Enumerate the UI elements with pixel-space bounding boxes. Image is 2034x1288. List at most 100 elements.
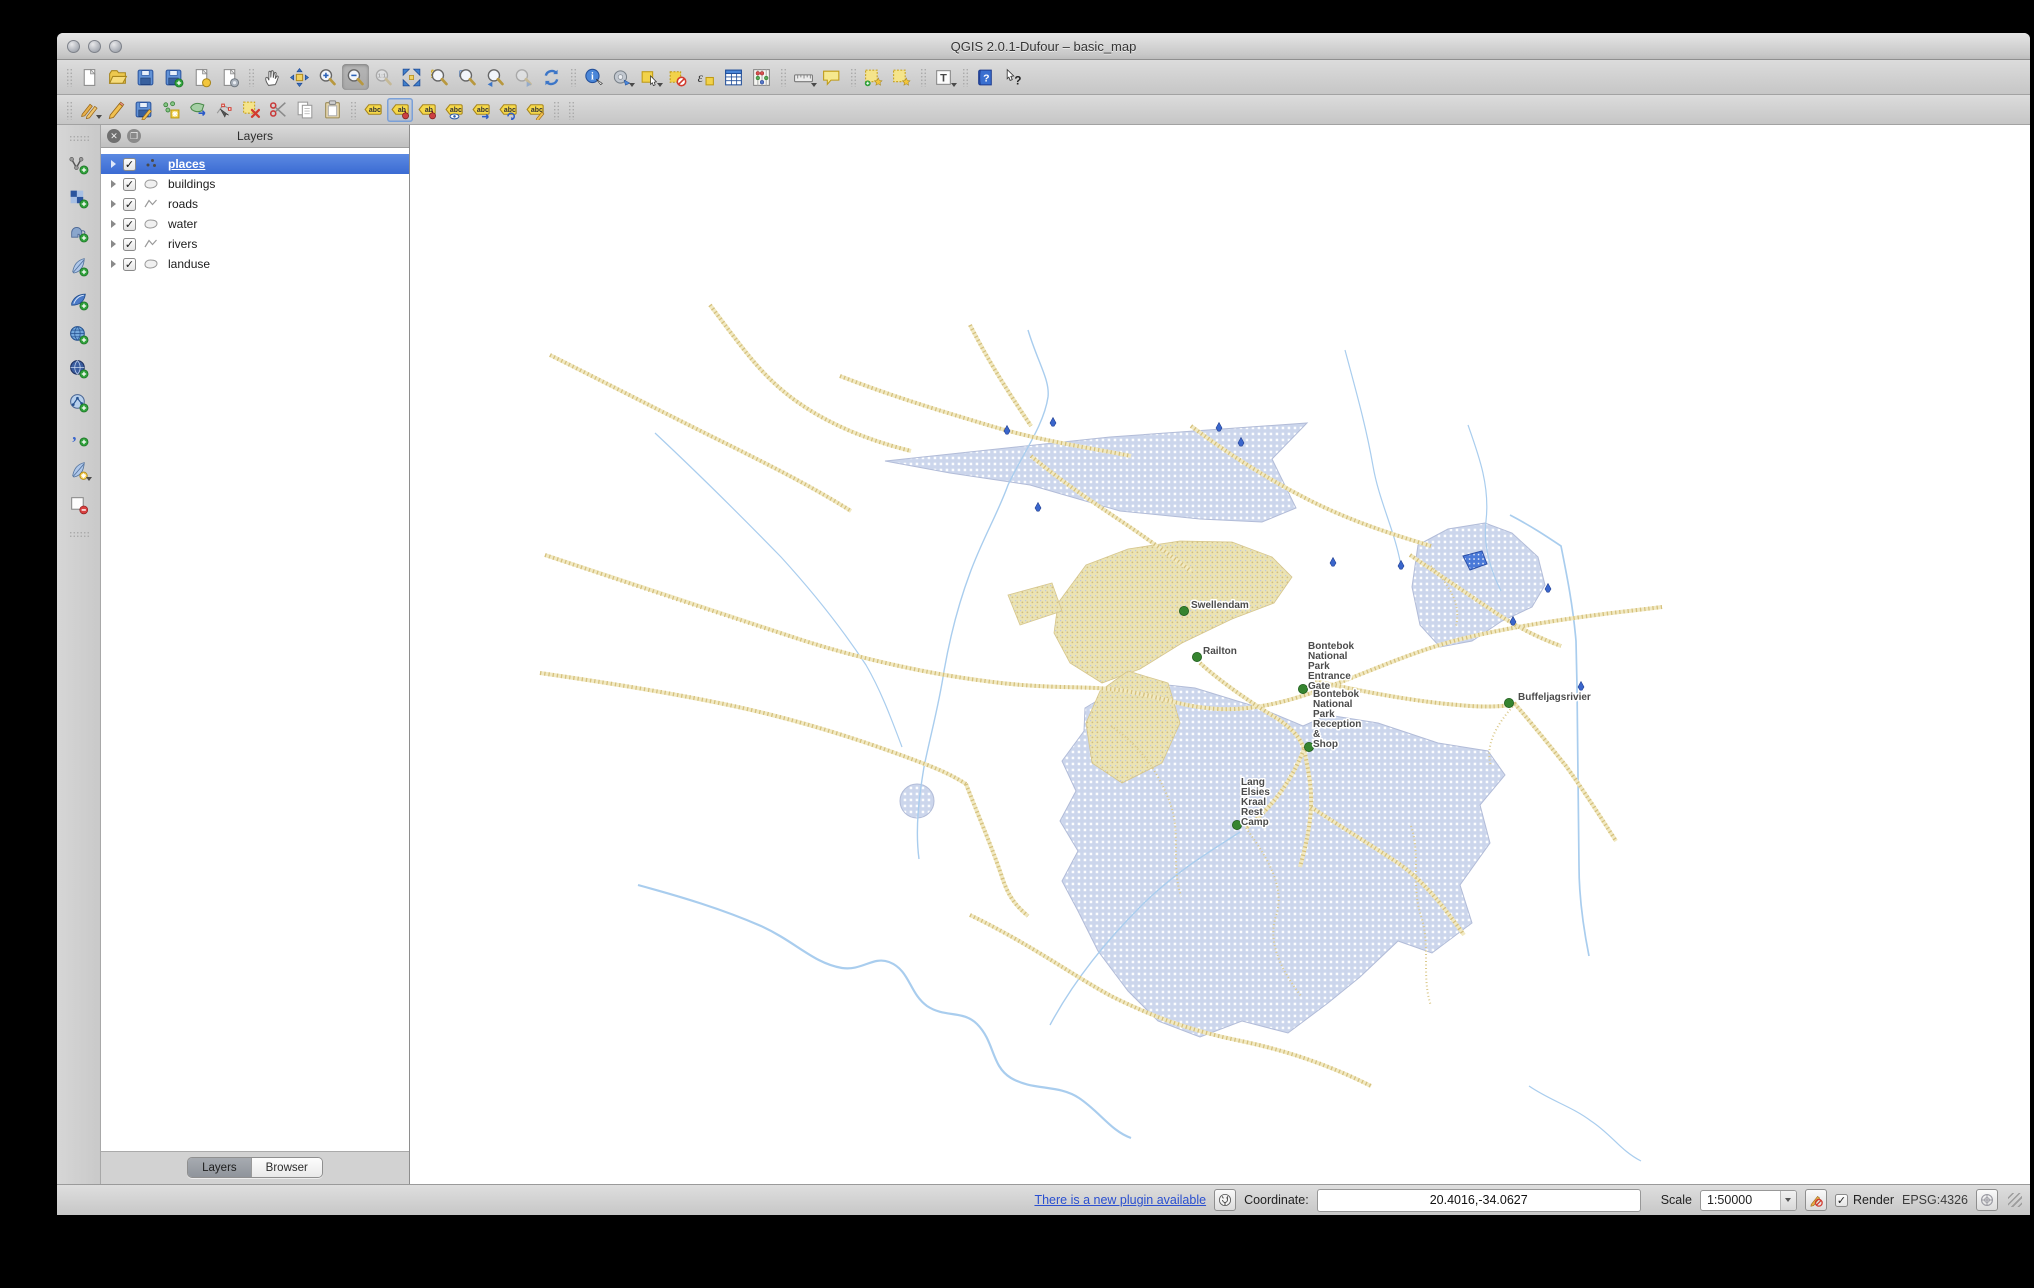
close-window-button[interactable]	[67, 40, 80, 53]
show-hide-labels-button[interactable]: abc	[441, 98, 467, 122]
zoom-to-selection-button[interactable]	[426, 64, 453, 90]
pan-map-button[interactable]	[258, 64, 285, 90]
layer-item-roads[interactable]: ✓roads	[101, 194, 409, 214]
add-spatialite-layer-button[interactable]	[65, 254, 92, 280]
layer-item-places[interactable]: ✓places	[101, 154, 409, 174]
deselect-features-button[interactable]	[664, 64, 691, 90]
layer-visibility-checkbox[interactable]: ✓	[123, 158, 136, 171]
toolbar-drag-handle[interactable]	[247, 67, 254, 87]
chevron-down-icon[interactable]	[657, 83, 663, 87]
chevron-down-icon[interactable]	[96, 115, 102, 119]
toolbar-drag-handle[interactable]	[961, 67, 968, 87]
layer-item-landuse[interactable]: ✓landuse	[101, 254, 409, 274]
run-feature-action-button[interactable]	[608, 64, 635, 90]
current-edits-button[interactable]	[76, 98, 102, 122]
stop-rendering-button[interactable]	[1805, 1189, 1827, 1211]
zoom-window-button[interactable]	[109, 40, 122, 53]
pin-unpin-labels-button[interactable]: ab	[414, 98, 440, 122]
refresh-map-button[interactable]	[538, 64, 565, 90]
highlight-pinned-labels-button[interactable]: ab	[387, 98, 413, 122]
pan-map-to-selection-button[interactable]	[286, 64, 313, 90]
zoom-last-button[interactable]	[482, 64, 509, 90]
open-attribute-table-button[interactable]	[720, 64, 747, 90]
cut-features-button[interactable]	[265, 98, 291, 122]
zoom-next-button[interactable]	[510, 64, 537, 90]
toggle-editing-button[interactable]	[103, 98, 129, 122]
move-label-button[interactable]: abc	[468, 98, 494, 122]
toolbar-drag-handle[interactable]	[65, 67, 72, 87]
toolbar-drag-handle[interactable]	[69, 531, 89, 538]
composer-manager-button[interactable]	[216, 64, 243, 90]
toolbar-drag-handle[interactable]	[69, 135, 89, 142]
toolbar-drag-handle[interactable]	[919, 67, 926, 87]
show-bookmarks-button[interactable]	[888, 64, 915, 90]
identify-features-button[interactable]: i	[580, 64, 607, 90]
expand-icon[interactable]	[111, 200, 116, 208]
chevron-down-icon[interactable]	[951, 83, 957, 87]
add-mssql-layer-button[interactable]	[65, 288, 92, 314]
map-canvas[interactable]: SwellendamRailtonBontebokNationalParkEnt…	[410, 125, 2030, 1184]
layer-item-water[interactable]: ✓water	[101, 214, 409, 234]
delete-selected-button[interactable]	[238, 98, 264, 122]
toolbar-drag-handle[interactable]	[552, 100, 559, 120]
expand-icon[interactable]	[111, 260, 116, 268]
toolbar-drag-handle[interactable]	[349, 100, 356, 120]
rotate-label-button[interactable]: abc	[495, 98, 521, 122]
select-by-expression-button[interactable]: ε	[692, 64, 719, 90]
close-panel-icon[interactable]: ✕	[107, 129, 121, 143]
help-contents-button[interactable]: ?	[972, 64, 999, 90]
layer-visibility-checkbox[interactable]: ✓	[123, 178, 136, 191]
toolbar-drag-handle[interactable]	[779, 67, 786, 87]
plugin-manager-icon[interactable]	[1214, 1189, 1236, 1211]
new-project-button[interactable]	[76, 64, 103, 90]
new-spatialite-layer-button[interactable]	[65, 458, 92, 484]
resize-grip[interactable]	[2008, 1193, 2022, 1207]
paste-features-button[interactable]	[319, 98, 345, 122]
new-bookmark-button[interactable]	[860, 64, 887, 90]
chevron-down-icon[interactable]	[86, 477, 92, 481]
expand-icon[interactable]	[111, 160, 116, 168]
toolbar-drag-handle[interactable]	[849, 67, 856, 87]
toolbar-drag-handle[interactable]	[567, 100, 574, 120]
save-project-button[interactable]	[132, 64, 159, 90]
layer-visibility-checkbox[interactable]: ✓	[123, 258, 136, 271]
open-project-button[interactable]	[104, 64, 131, 90]
node-tool-button[interactable]	[211, 98, 237, 122]
copy-features-button[interactable]	[292, 98, 318, 122]
title-bar[interactable]: QGIS 2.0.1-Dufour – basic_map	[57, 33, 2030, 60]
measure-line-button[interactable]	[790, 64, 817, 90]
whats-this-button[interactable]: ?	[1000, 64, 1027, 90]
add-postgis-layer-button[interactable]	[65, 220, 92, 246]
chevron-down-icon[interactable]	[1780, 1191, 1796, 1210]
zoom-to-layer-button[interactable]	[454, 64, 481, 90]
zoom-in-button[interactable]	[314, 64, 341, 90]
add-wfs-layer-button[interactable]	[65, 390, 92, 416]
layer-labeling-options-button[interactable]: abc	[360, 98, 386, 122]
add-delimited-text-layer-button[interactable]: ,	[65, 424, 92, 450]
crs-globe-icon[interactable]	[1976, 1189, 1998, 1211]
save-project-as-button[interactable]	[160, 64, 187, 90]
layer-visibility-checkbox[interactable]: ✓	[123, 238, 136, 251]
scale-combo[interactable]: 1:50000	[1700, 1190, 1797, 1211]
toolbar-drag-handle[interactable]	[65, 100, 72, 120]
zoom-to-native-resolution-button[interactable]: 1:1	[370, 64, 397, 90]
render-checkbox[interactable]: ✓	[1835, 1194, 1848, 1207]
add-raster-layer-button[interactable]	[65, 186, 92, 212]
expand-icon[interactable]	[111, 180, 116, 188]
layer-visibility-checkbox[interactable]: ✓	[123, 218, 136, 231]
text-annotation-button[interactable]: T	[930, 64, 957, 90]
remove-layer-button[interactable]	[65, 492, 92, 518]
new-print-composer-button[interactable]	[188, 64, 215, 90]
new-plugin-link[interactable]: There is a new plugin available	[1034, 1193, 1206, 1207]
chevron-down-icon[interactable]	[629, 83, 635, 87]
change-label-button[interactable]: abc	[522, 98, 548, 122]
tab-browser[interactable]: Browser	[251, 1158, 322, 1177]
add-wms-layer-button[interactable]	[65, 322, 92, 348]
toolbar-drag-handle[interactable]	[569, 67, 576, 87]
expand-icon[interactable]	[111, 220, 116, 228]
save-layer-edits-button[interactable]	[130, 98, 156, 122]
add-vector-layer-button[interactable]	[65, 152, 92, 178]
field-calculator-button[interactable]	[748, 64, 775, 90]
float-panel-icon[interactable]: ❐	[127, 129, 141, 143]
add-wcs-layer-button[interactable]	[65, 356, 92, 382]
